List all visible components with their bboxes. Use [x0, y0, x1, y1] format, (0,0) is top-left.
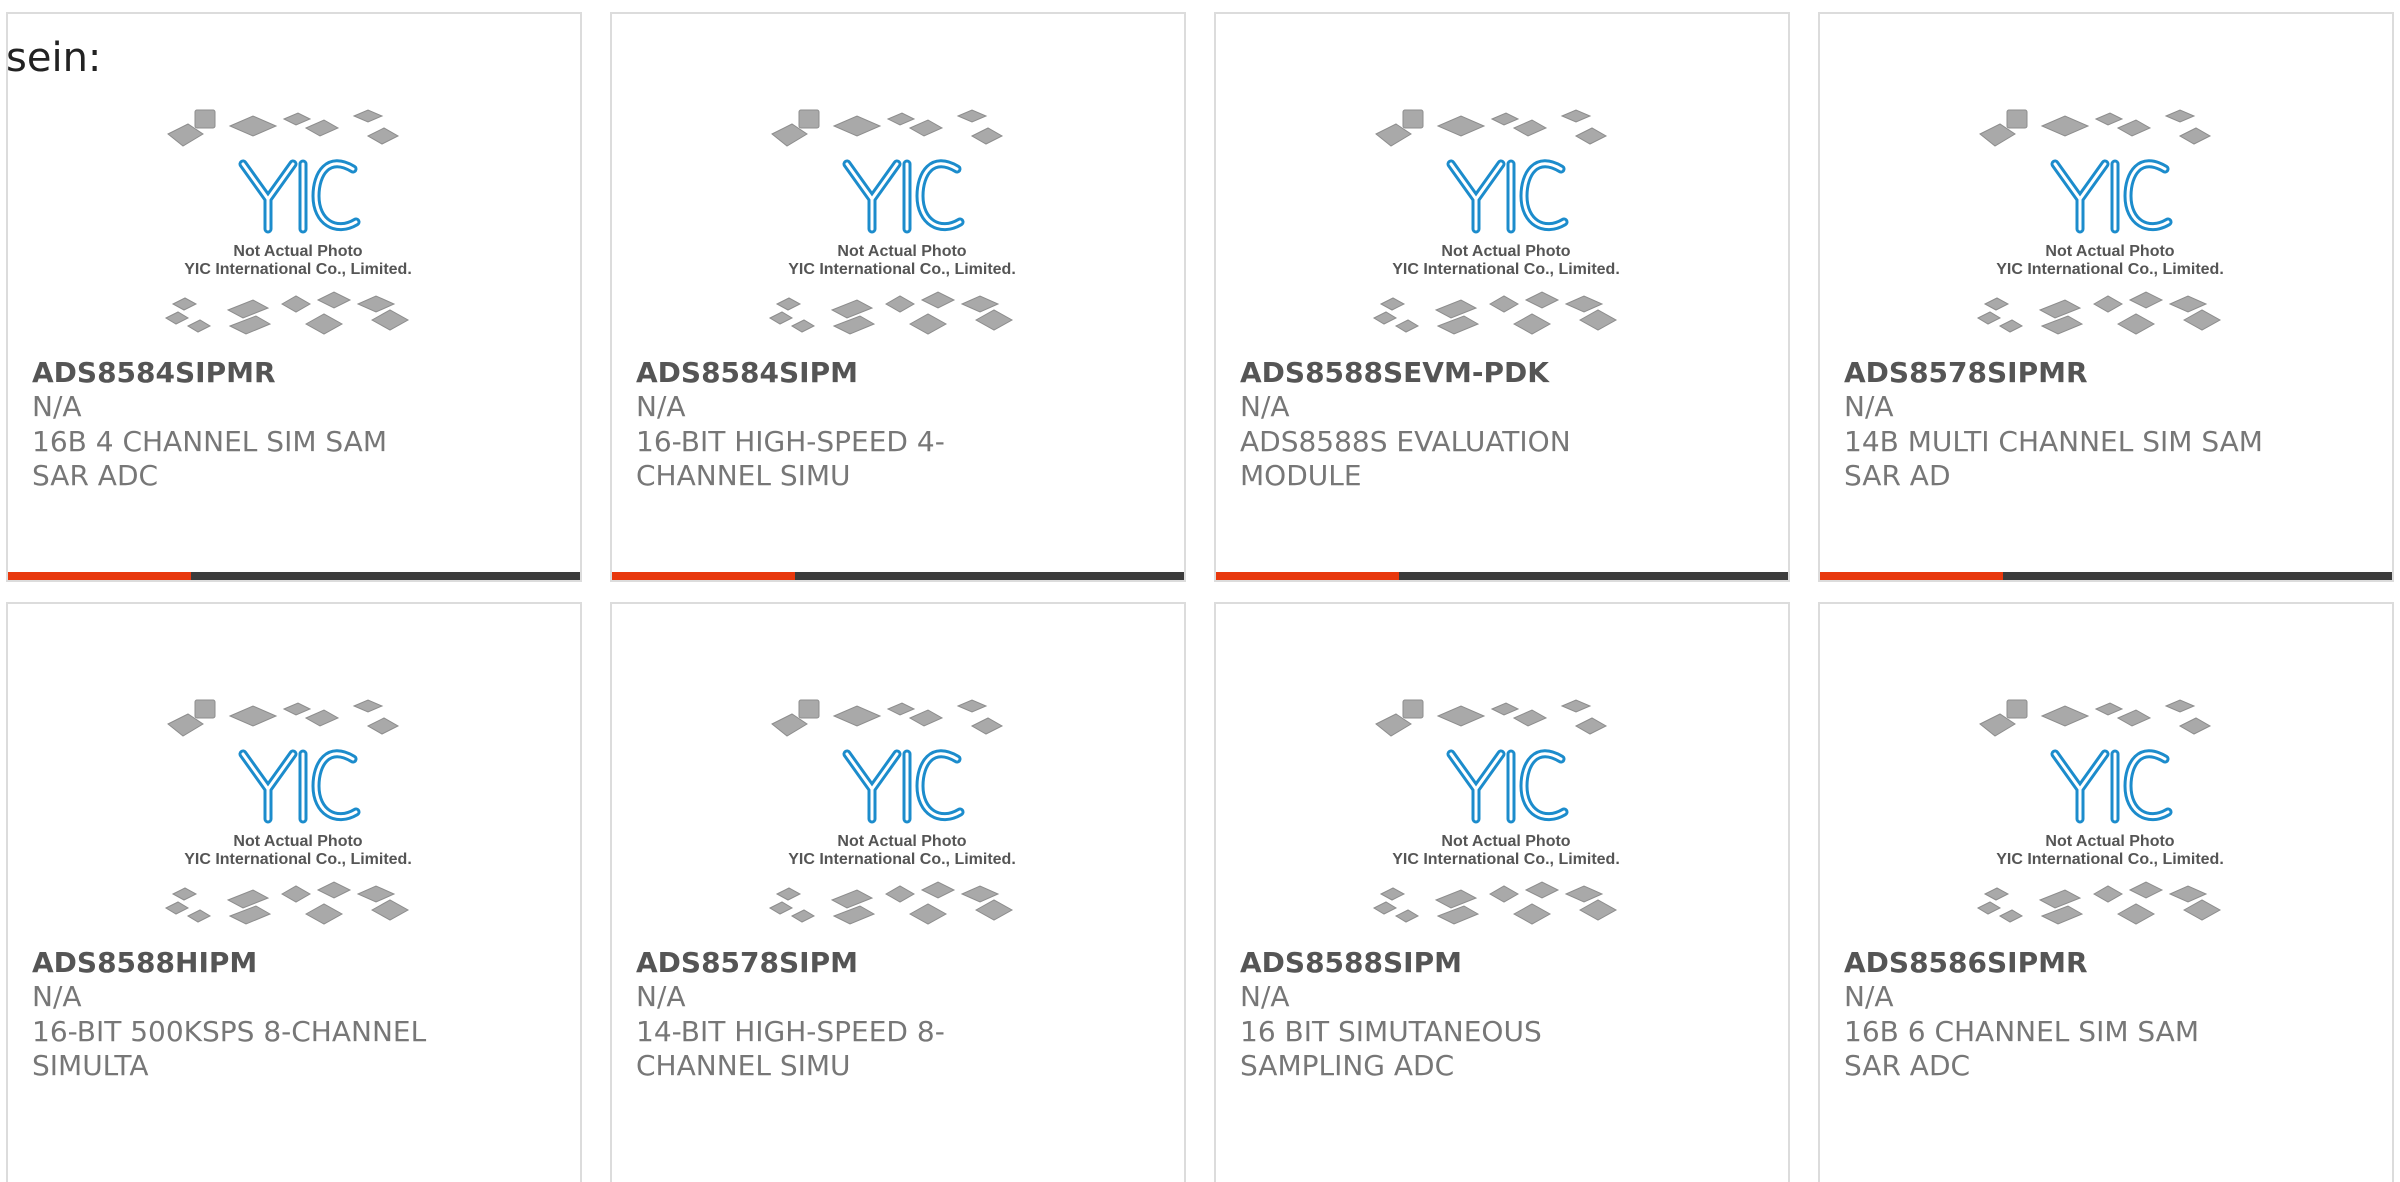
not-actual-photo-text: Not Actual Photo — [837, 243, 966, 260]
part-number-link[interactable]: ADS8584SIPM — [636, 356, 858, 390]
card-footer-bar — [1820, 572, 2392, 580]
product-card[interactable]: Not Actual Photo YIC International Co., … — [6, 602, 582, 1182]
not-actual-photo-text: Not Actual Photo — [233, 833, 362, 850]
product-card[interactable]: Not Actual Photo YIC International Co., … — [6, 12, 582, 582]
company-name-text: YIC International Co., Limited. — [1996, 261, 2224, 278]
card-footer-bar — [612, 572, 1184, 580]
card-footer-accent — [612, 572, 795, 580]
description-text: 14-BIT HIGH-SPEED 8-CHANNEL SIMU — [636, 1015, 945, 1082]
manufacturer-text: N/A — [1240, 980, 1290, 1013]
product-placeholder-image[interactable]: Not Actual Photo YIC International Co., … — [1366, 694, 1646, 944]
lead-text: sein: — [6, 35, 102, 81]
product-placeholder-image[interactable]: Not Actual Photo YIC International Co., … — [1970, 694, 2250, 944]
description-text: 16B 4 CHANNEL SIM SAM SAR ADC — [32, 425, 387, 492]
description-text: 16 BIT SIMUTANEOUS SAMPLING ADC — [1240, 1015, 1542, 1082]
product-card[interactable]: Not Actual Photo YIC International Co., … — [610, 602, 1186, 1182]
part-number-link[interactable]: ADS8578SIPMR — [1844, 356, 2088, 390]
card-footer-accent — [1820, 572, 2003, 580]
part-number-link[interactable]: ADS8588HIPM — [32, 946, 257, 980]
product-placeholder-image[interactable]: Not Actual Photo YIC International Co., … — [158, 694, 438, 944]
not-actual-photo-text: Not Actual Photo — [1441, 833, 1570, 850]
product-placeholder-image[interactable]: Not Actual Photo YIC International Co., … — [158, 104, 438, 354]
product-placeholder-image[interactable]: Not Actual Photo YIC International Co., … — [1970, 104, 2250, 354]
company-name-text: YIC International Co., Limited. — [1996, 851, 2224, 868]
not-actual-photo-text: Not Actual Photo — [1441, 243, 1570, 260]
description-text: 16B 6 CHANNEL SIM SAM SAR ADC — [1844, 1015, 2199, 1082]
product-card[interactable]: Not Actual Photo YIC International Co., … — [1818, 602, 2394, 1182]
company-name-text: YIC International Co., Limited. — [788, 851, 1016, 868]
part-number-link[interactable]: ADS8588SEVM-PDK — [1240, 356, 1549, 390]
product-placeholder-image[interactable]: Not Actual Photo YIC International Co., … — [762, 694, 1042, 944]
card-footer-accent — [1216, 572, 1399, 580]
manufacturer-text: N/A — [636, 390, 686, 423]
product-card[interactable]: Not Actual Photo YIC International Co., … — [1214, 12, 1790, 582]
description-text: ADS8588S EVALUATION MODULE — [1240, 425, 1571, 492]
manufacturer-text: N/A — [1844, 980, 1894, 1013]
not-actual-photo-text: Not Actual Photo — [2045, 833, 2174, 850]
part-number-link[interactable]: ADS8586SIPMR — [1844, 946, 2088, 980]
manufacturer-text: N/A — [1844, 390, 1894, 423]
manufacturer-text: N/A — [1240, 390, 1290, 423]
product-placeholder-image[interactable]: Not Actual Photo YIC International Co., … — [1366, 104, 1646, 354]
card-footer-accent — [8, 572, 191, 580]
card-footer-bar — [8, 572, 580, 580]
company-name-text: YIC International Co., Limited. — [1392, 261, 1620, 278]
part-number-link[interactable]: ADS8588SIPM — [1240, 946, 1462, 980]
manufacturer-text: N/A — [32, 390, 82, 423]
not-actual-photo-text: Not Actual Photo — [2045, 243, 2174, 260]
description-text: 14B MULTI CHANNEL SIM SAM SAR AD — [1844, 425, 2263, 492]
not-actual-photo-text: Not Actual Photo — [233, 243, 362, 260]
card-footer-bar — [1216, 572, 1788, 580]
product-card[interactable]: Not Actual Photo YIC International Co., … — [1818, 12, 2394, 582]
product-placeholder-image[interactable]: Not Actual Photo YIC International Co., … — [762, 104, 1042, 354]
product-card[interactable]: Not Actual Photo YIC International Co., … — [1214, 602, 1790, 1182]
company-name-text: YIC International Co., Limited. — [1392, 851, 1620, 868]
company-name-text: YIC International Co., Limited. — [184, 851, 412, 868]
part-number-link[interactable]: ADS8584SIPMR — [32, 356, 276, 390]
manufacturer-text: N/A — [32, 980, 82, 1013]
not-actual-photo-text: Not Actual Photo — [837, 833, 966, 850]
description-text: 16-BIT 500KSPS 8-CHANNEL SIMULTA — [32, 1015, 427, 1082]
company-name-text: YIC International Co., Limited. — [788, 261, 1016, 278]
product-card[interactable]: Not Actual Photo YIC International Co., … — [610, 12, 1186, 582]
part-number-link[interactable]: ADS8578SIPM — [636, 946, 858, 980]
company-name-text: YIC International Co., Limited. — [184, 261, 412, 278]
description-text: 16-BIT HIGH-SPEED 4-CHANNEL SIMU — [636, 425, 945, 492]
manufacturer-text: N/A — [636, 980, 686, 1013]
